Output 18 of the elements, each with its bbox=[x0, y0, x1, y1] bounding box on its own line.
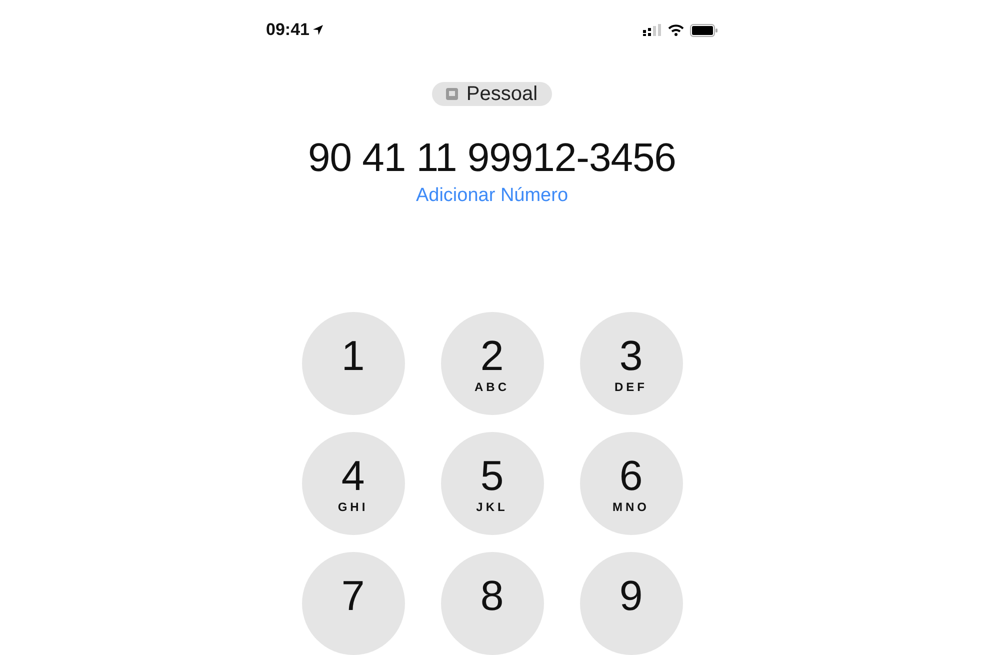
status-time: 09:41 bbox=[266, 20, 310, 40]
sim-card-icon bbox=[446, 88, 458, 100]
keypad-key[interactable]: 3 DEF bbox=[580, 312, 682, 415]
keypad-key[interactable]: 8 bbox=[440, 552, 544, 655]
battery-icon bbox=[690, 24, 718, 36]
location-arrow-icon bbox=[312, 24, 324, 36]
keypad-key[interactable]: 7 bbox=[302, 552, 404, 655]
keypad-key[interactable]: 4 GHI bbox=[302, 432, 404, 535]
dialed-number: 90 41 11 99912-3456 bbox=[308, 136, 676, 181]
line-label-chip[interactable]: Pessoal bbox=[432, 82, 552, 106]
keypad-key[interactable]: 1 bbox=[302, 312, 404, 415]
keypad-key[interactable]: 2 ABC bbox=[440, 312, 544, 415]
keypad-key[interactable]: 5 JKL bbox=[440, 432, 544, 535]
wifi-icon bbox=[668, 24, 684, 36]
chip-label: Pessoal bbox=[466, 82, 538, 106]
signal-icon bbox=[642, 24, 662, 36]
keypad-key[interactable]: 9 bbox=[580, 552, 682, 655]
keypad-key[interactable]: 6 MNO bbox=[580, 432, 682, 535]
